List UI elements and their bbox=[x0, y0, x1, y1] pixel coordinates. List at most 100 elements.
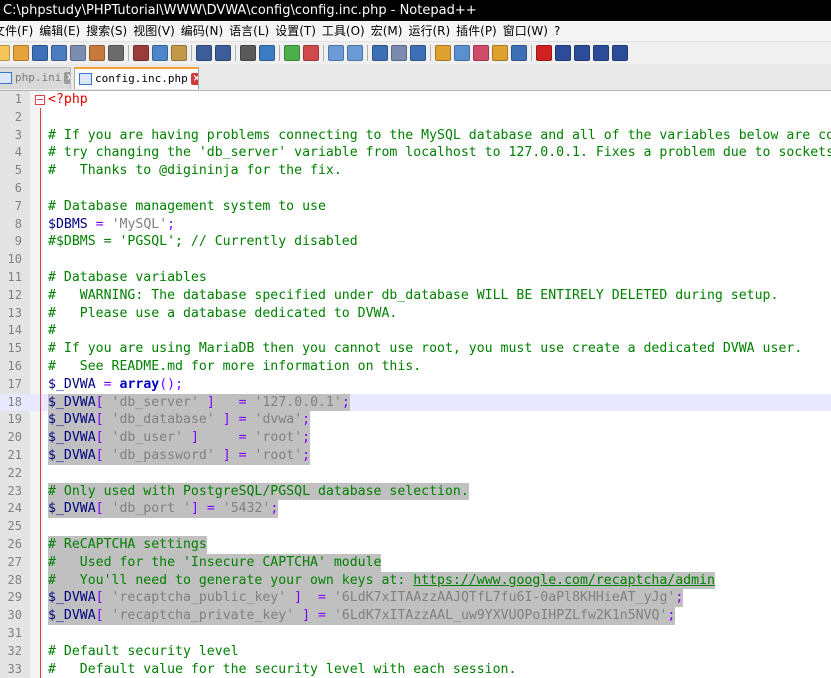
open-file-icon[interactable] bbox=[13, 45, 29, 61]
fold-collapse-icon[interactable] bbox=[35, 95, 45, 105]
close-icon[interactable] bbox=[70, 45, 86, 61]
word-wrap-icon[interactable] bbox=[372, 45, 388, 61]
doc-map-icon[interactable] bbox=[454, 45, 470, 61]
close-tab-icon[interactable]: × bbox=[190, 73, 198, 85]
line-number: 13 bbox=[7, 305, 22, 320]
save-macro-icon[interactable] bbox=[612, 45, 628, 61]
line-number: 4 bbox=[14, 145, 22, 160]
save-all-icon[interactable] bbox=[51, 45, 67, 61]
code-line[interactable]: 32 # Default security level bbox=[0, 643, 831, 661]
code-line[interactable]: 29 $_DVWA[ 'recaptcha_public_key' ] = '6L… bbox=[0, 589, 831, 608]
line-number: 26 bbox=[7, 536, 22, 551]
record-macro-icon[interactable] bbox=[536, 45, 552, 61]
code-line[interactable]: 3 # If you are having problems connecting… bbox=[0, 127, 831, 145]
code-line[interactable]: 22​ bbox=[0, 465, 831, 483]
code-line[interactable]: 11 # Database variables bbox=[0, 269, 831, 287]
redo-icon[interactable] bbox=[215, 45, 231, 61]
show-all-chars-icon[interactable] bbox=[391, 45, 407, 61]
code-line[interactable]: 16 # See README.md for more information o… bbox=[0, 358, 831, 376]
tab-config-inc-php[interactable]: config.inc.php× bbox=[74, 67, 199, 89]
menu-item[interactable]: 编码(N) bbox=[179, 21, 227, 41]
zoom-out-icon[interactable] bbox=[303, 45, 319, 61]
menu-item[interactable]: 编辑(E) bbox=[37, 21, 84, 41]
code-token: # Database variables bbox=[48, 269, 207, 285]
code-line[interactable]: 12 # WARNING: The database specified unde… bbox=[0, 287, 831, 305]
run-multiple-icon[interactable] bbox=[593, 45, 609, 61]
menu-item[interactable]: 运行(R) bbox=[406, 21, 454, 41]
menu-item[interactable]: 搜索(S) bbox=[84, 21, 131, 41]
zoom-in-icon[interactable] bbox=[284, 45, 300, 61]
code-token: $_DVWA bbox=[48, 501, 96, 517]
code-line[interactable]: 23 # Only used with PostgreSQL/PGSQL data… bbox=[0, 482, 831, 501]
stop-record-icon[interactable] bbox=[555, 45, 571, 61]
code-line[interactable]: 14 # bbox=[0, 322, 831, 340]
code-line[interactable]: 21 $_DVWA[ 'db_password' ] = 'root'; bbox=[0, 446, 831, 465]
code-token: 'root' bbox=[254, 447, 303, 463]
playback-icon[interactable] bbox=[574, 45, 590, 61]
code-line[interactable]: 18 $_DVWA[ 'db_server' ] = '127.0.0.1'; bbox=[0, 393, 831, 412]
code-text: # You'll need to generate your own keys … bbox=[48, 571, 715, 590]
code-text: # Thanks to @digininja for the fix. bbox=[48, 162, 342, 180]
code-line[interactable]: 6 bbox=[0, 180, 831, 198]
code-line[interactable]: 31 bbox=[0, 625, 831, 643]
menu-item[interactable]: 宏(M) bbox=[369, 21, 407, 41]
code-line[interactable]: 19 $_DVWA[ 'db_database' ] = 'dvwa'; bbox=[0, 411, 831, 430]
tab-label: config.inc.php bbox=[95, 72, 188, 85]
code-line[interactable]: 30 $_DVWA[ 'recaptcha_private_key' ] = '6… bbox=[0, 607, 831, 625]
tab-php-ini[interactable]: php.ini× bbox=[0, 67, 71, 89]
menu-item[interactable]: 文件(F) bbox=[0, 21, 37, 41]
folder-workspace-icon[interactable] bbox=[492, 45, 508, 61]
paste-icon[interactable] bbox=[171, 45, 187, 61]
code-line[interactable]: 9 #$DBMS = 'PGSQL'; // Currently disabled bbox=[0, 233, 831, 251]
code-line[interactable]: 8 $DBMS = 'MySQL'; bbox=[0, 216, 831, 234]
code-line[interactable]: 7 # Database management system to use bbox=[0, 198, 831, 216]
menu-item[interactable]: 语言(L) bbox=[227, 21, 273, 41]
code-line[interactable]: 1 <?php bbox=[0, 91, 831, 109]
code-token: # Default security level bbox=[48, 643, 239, 659]
cut-icon[interactable] bbox=[133, 45, 149, 61]
menu-item[interactable]: 窗口(W) bbox=[501, 21, 552, 41]
code-line[interactable]: 28 # You'll need to generate your own key… bbox=[0, 571, 831, 590]
code-line[interactable]: 20 $_DVWA[ 'db_user' ] = 'root'; bbox=[0, 429, 831, 447]
save-icon[interactable] bbox=[32, 45, 48, 61]
code-token: [ bbox=[95, 430, 104, 446]
code-editor[interactable]: 1 <?php 2 3 # If you are having problems con… bbox=[0, 91, 831, 678]
code-line[interactable]: 24 $_DVWA[ 'db_port '] = '5432'; bbox=[0, 500, 831, 519]
code-line[interactable]: 13 # Please use a database dedicated to D… bbox=[0, 305, 831, 323]
copy-icon[interactable] bbox=[152, 45, 168, 61]
code-token: (); bbox=[159, 376, 184, 392]
print-icon[interactable] bbox=[108, 45, 124, 61]
code-line[interactable]: 10 bbox=[0, 251, 831, 269]
close-all-icon[interactable] bbox=[89, 45, 105, 61]
code-line[interactable]: 4 # try changing the 'db_server' variable… bbox=[0, 144, 831, 162]
undo-icon[interactable] bbox=[196, 45, 212, 61]
find-icon[interactable] bbox=[240, 45, 256, 61]
menu-item[interactable]: 视图(V) bbox=[131, 21, 179, 41]
menu-item[interactable]: ? bbox=[552, 21, 564, 41]
code-line[interactable]: 17 $_DVWA = array(); bbox=[0, 376, 831, 394]
code-line[interactable]: 25​ bbox=[0, 518, 831, 536]
code-line[interactable]: 2 bbox=[0, 109, 831, 127]
code-token: # Please use a database dedicated to DVW… bbox=[48, 305, 398, 321]
menu-item[interactable]: 工具(O) bbox=[320, 21, 369, 41]
monitoring-icon[interactable] bbox=[511, 45, 527, 61]
function-list-icon[interactable] bbox=[473, 45, 489, 61]
code-line[interactable]: 26 # ReCAPTCHA settings bbox=[0, 535, 831, 554]
language-icon[interactable] bbox=[435, 45, 451, 61]
code-line[interactable]: 15 # If you are using MariaDB then you ca… bbox=[0, 340, 831, 358]
menu-item[interactable]: 插件(P) bbox=[454, 21, 501, 41]
code-token: 'dvwa' bbox=[254, 412, 303, 428]
code-token[interactable]: https://www.google.com/recaptcha/admin bbox=[413, 573, 715, 588]
sync-horizontal-icon[interactable] bbox=[347, 45, 363, 61]
indent-guide-icon[interactable] bbox=[410, 45, 426, 61]
code-line[interactable]: 5 # Thanks to @digininja for the fix. bbox=[0, 162, 831, 180]
code-line[interactable]: 27 # Used for the 'Insecure CAPTCHA' modu… bbox=[0, 553, 831, 572]
replace-icon[interactable] bbox=[259, 45, 275, 61]
sync-vertical-icon[interactable] bbox=[328, 45, 344, 61]
code-line[interactable]: 33 # Default value for the security level… bbox=[0, 661, 831, 678]
close-tab-icon[interactable]: × bbox=[64, 72, 70, 84]
menu-item[interactable]: 设置(T) bbox=[273, 21, 320, 41]
new-file-icon[interactable] bbox=[0, 45, 10, 61]
line-number: 27 bbox=[7, 554, 22, 569]
